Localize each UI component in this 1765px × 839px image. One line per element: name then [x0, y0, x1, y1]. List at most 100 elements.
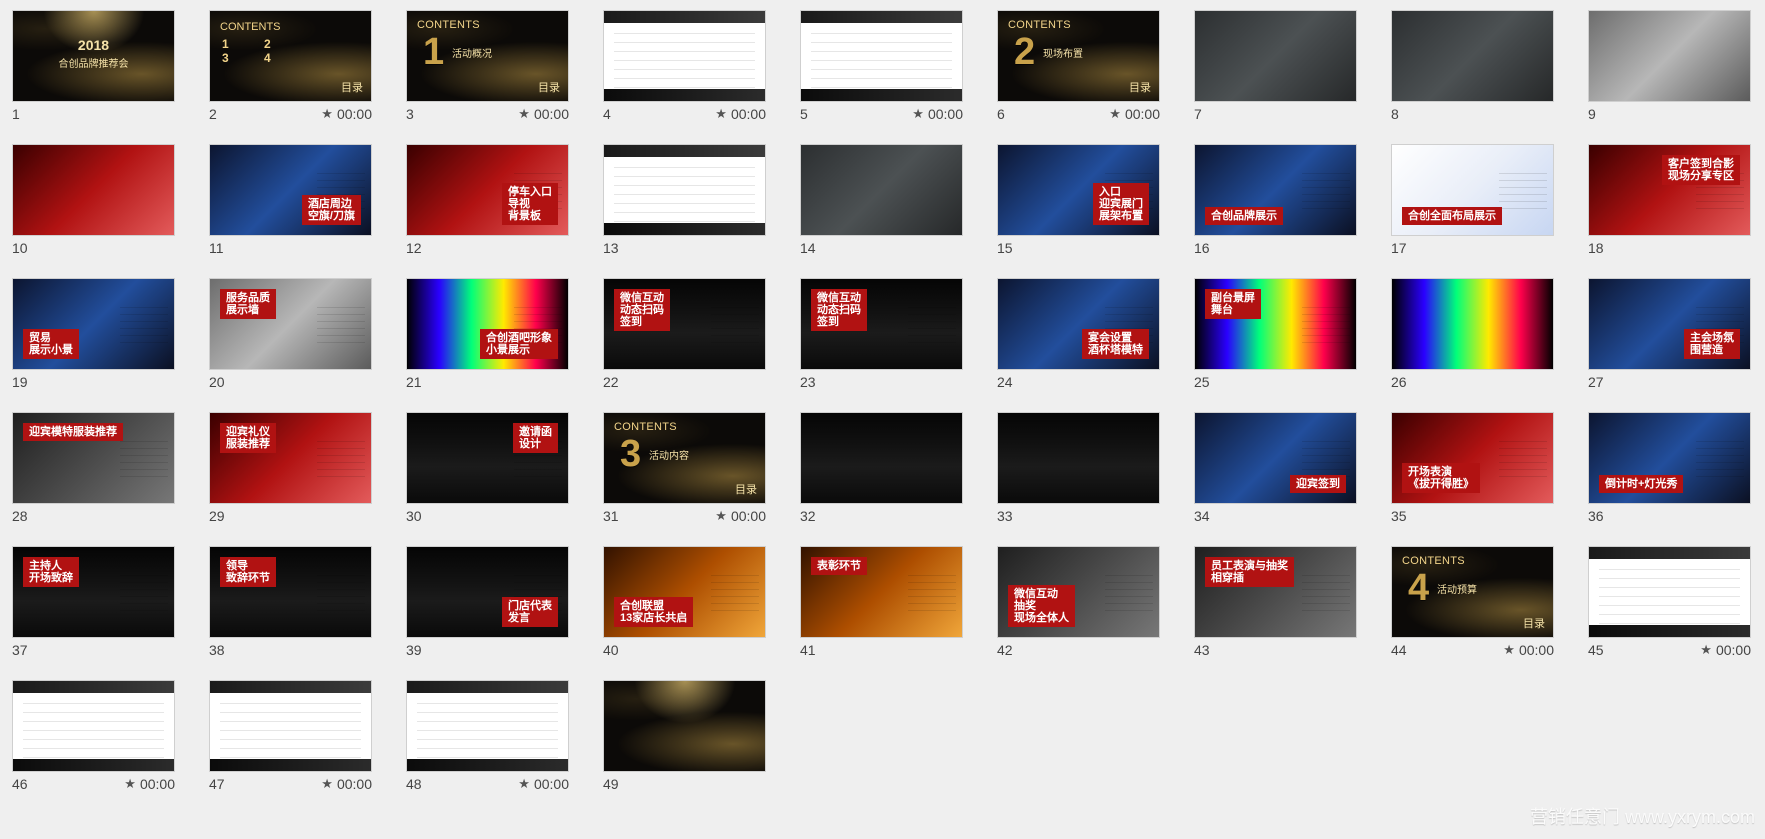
- slide-thumbnail[interactable]: [603, 144, 766, 236]
- slide-item[interactable]: 13: [603, 144, 766, 258]
- slide-thumbnail[interactable]: 邀请函 设计: [406, 412, 569, 504]
- slide-thumbnail[interactable]: [406, 680, 569, 772]
- slide-item[interactable]: 8: [1391, 10, 1554, 124]
- slide-item[interactable]: CONTENTS 1 2 3 4 目录 2 ★ 00:00: [209, 10, 372, 124]
- slide-item[interactable]: 开场表演 《拔开得胜》 35: [1391, 412, 1554, 526]
- slide-thumbnail[interactable]: 合创全面布局展示: [1391, 144, 1554, 236]
- slide-thumbnail[interactable]: [1588, 10, 1751, 102]
- slide-item[interactable]: 酒店周边 空旗/刀旗 11: [209, 144, 372, 258]
- slide-thumbnail[interactable]: 合创联盟 13家店长共启: [603, 546, 766, 638]
- slide-thumbnail[interactable]: 领导 致辞环节: [209, 546, 372, 638]
- slide-thumbnail[interactable]: [800, 412, 963, 504]
- slide-thumbnail[interactable]: 员工表演与抽奖 相穿插: [1194, 546, 1357, 638]
- slide-thumbnail[interactable]: 酒店周边 空旗/刀旗: [209, 144, 372, 236]
- slide-item[interactable]: 49: [603, 680, 766, 794]
- slide-thumbnail[interactable]: 微信互动 动态扫码 签到: [603, 278, 766, 370]
- slide-thumbnail[interactable]: 倒计时+灯光秀: [1588, 412, 1751, 504]
- slide-thumbnail[interactable]: 开场表演 《拔开得胜》: [1391, 412, 1554, 504]
- slide-item[interactable]: 33: [997, 412, 1160, 526]
- slide-item[interactable]: 主持人 开场致辞 37: [12, 546, 175, 660]
- slide-item[interactable]: 停车入口 导视 背景板 12: [406, 144, 569, 258]
- slide-item[interactable]: 48 ★ 00:00: [406, 680, 569, 794]
- slide-thumbnail[interactable]: 迎宾礼仪 服装推荐: [209, 412, 372, 504]
- slide-item[interactable]: 14: [800, 144, 963, 258]
- slide-thumbnail[interactable]: 主会场氛 围营造: [1588, 278, 1751, 370]
- slide-thumbnail[interactable]: CONTENTS 1 2 3 4 目录: [209, 10, 372, 102]
- slide-item[interactable]: 领导 致辞环节 38: [209, 546, 372, 660]
- slide-thumbnail[interactable]: [603, 10, 766, 102]
- slide-item[interactable]: 26: [1391, 278, 1554, 392]
- slide-item[interactable]: 倒计时+灯光秀 36: [1588, 412, 1751, 526]
- slide-item[interactable]: 10: [12, 144, 175, 258]
- slide-item[interactable]: CONTENTS 1 活动概况 目录 3 ★ 00:00: [406, 10, 569, 124]
- slide-thumbnail[interactable]: 宴会设置 酒杯塔模特: [997, 278, 1160, 370]
- slide-item[interactable]: 合创联盟 13家店长共启 40: [603, 546, 766, 660]
- slide-thumbnail[interactable]: 入口 迎宾展门 展架布置: [997, 144, 1160, 236]
- slide-item[interactable]: 微信互动 动态扫码 签到 22: [603, 278, 766, 392]
- slide-item[interactable]: 迎宾签到 34: [1194, 412, 1357, 526]
- slide-item[interactable]: 合创酒吧形象 小景展示 21: [406, 278, 569, 392]
- slide-thumbnail[interactable]: 副台景屏 舞台: [1194, 278, 1357, 370]
- slide-thumbnail[interactable]: [1588, 546, 1751, 638]
- slide-thumbnail[interactable]: [12, 144, 175, 236]
- slide-timing-text: 00:00: [533, 106, 569, 122]
- slide-thumbnail[interactable]: 迎宾模特服装推荐: [12, 412, 175, 504]
- slide-item[interactable]: 员工表演与抽奖 相穿插 43: [1194, 546, 1357, 660]
- caption-label: 员工表演与抽奖 相穿插: [1205, 557, 1294, 588]
- slide-item[interactable]: CONTENTS 3 活动内容 目录 31 ★ 00:00: [603, 412, 766, 526]
- slide-item[interactable]: 2018 合创品牌推荐会 1: [12, 10, 175, 124]
- slide-item[interactable]: 副台景屏 舞台 25: [1194, 278, 1357, 392]
- slide-item[interactable]: CONTENTS 2 现场布置 目录 6 ★ 00:00: [997, 10, 1160, 124]
- slide-thumbnail[interactable]: [1391, 278, 1554, 370]
- slide-thumbnail[interactable]: [1194, 10, 1357, 102]
- slide-item[interactable]: 微信互动 抽奖 现场全体人 42: [997, 546, 1160, 660]
- slide-item[interactable]: 45 ★ 00:00: [1588, 546, 1751, 660]
- slide-item[interactable]: 46 ★ 00:00: [12, 680, 175, 794]
- slide-thumbnail[interactable]: CONTENTS 1 活动概况 目录: [406, 10, 569, 102]
- slide-thumbnail[interactable]: 主持人 开场致辞: [12, 546, 175, 638]
- slide-item[interactable]: 主会场氛 围营造 27: [1588, 278, 1751, 392]
- slide-item[interactable]: 4 ★ 00:00: [603, 10, 766, 124]
- slide-item[interactable]: 迎宾礼仪 服装推荐 29: [209, 412, 372, 526]
- slide-item[interactable]: 宴会设置 酒杯塔模特 24: [997, 278, 1160, 392]
- slide-thumbnail[interactable]: [209, 680, 372, 772]
- slide-thumbnail[interactable]: 微信互动 抽奖 现场全体人: [997, 546, 1160, 638]
- slide-item[interactable]: 门店代表 发言 39: [406, 546, 569, 660]
- slide-thumbnail[interactable]: [603, 680, 766, 772]
- slide-thumbnail[interactable]: 2018 合创品牌推荐会: [12, 10, 175, 102]
- slide-item[interactable]: CONTENTS 4 活动预算 目录 44 ★ 00:00: [1391, 546, 1554, 660]
- slide-thumbnail[interactable]: 客户签到合影 现场分享专区: [1588, 144, 1751, 236]
- slide-thumbnail[interactable]: 迎宾签到: [1194, 412, 1357, 504]
- slide-thumbnail[interactable]: 合创品牌展示: [1194, 144, 1357, 236]
- slide-item[interactable]: 迎宾模特服装推荐 28: [12, 412, 175, 526]
- slide-thumbnail[interactable]: [800, 144, 963, 236]
- slide-thumbnail[interactable]: 表彰环节: [800, 546, 963, 638]
- slide-item[interactable]: 微信互动 动态扫码 签到 23: [800, 278, 963, 392]
- slide-thumbnail[interactable]: [1391, 10, 1554, 102]
- slide-thumbnail[interactable]: [800, 10, 963, 102]
- slide-item[interactable]: 32: [800, 412, 963, 526]
- slide-item[interactable]: 5 ★ 00:00: [800, 10, 963, 124]
- slide-thumbnail[interactable]: [997, 412, 1160, 504]
- slide-item[interactable]: 入口 迎宾展门 展架布置 15: [997, 144, 1160, 258]
- slide-thumbnail[interactable]: CONTENTS 2 现场布置 目录: [997, 10, 1160, 102]
- slide-item[interactable]: 服务品质 展示墙 20: [209, 278, 372, 392]
- slide-thumbnail[interactable]: 服务品质 展示墙: [209, 278, 372, 370]
- slide-item[interactable]: 9: [1588, 10, 1751, 124]
- slide-item[interactable]: 7: [1194, 10, 1357, 124]
- slide-thumbnail[interactable]: CONTENTS 3 活动内容 目录: [603, 412, 766, 504]
- slide-item[interactable]: 表彰环节 41: [800, 546, 963, 660]
- slide-item[interactable]: 合创品牌展示 16: [1194, 144, 1357, 258]
- slide-thumbnail[interactable]: 停车入口 导视 背景板: [406, 144, 569, 236]
- slide-thumbnail[interactable]: 合创酒吧形象 小景展示: [406, 278, 569, 370]
- slide-thumbnail[interactable]: CONTENTS 4 活动预算 目录: [1391, 546, 1554, 638]
- slide-thumbnail[interactable]: 微信互动 动态扫码 签到: [800, 278, 963, 370]
- slide-item[interactable]: 邀请函 设计 30: [406, 412, 569, 526]
- slide-item[interactable]: 客户签到合影 现场分享专区 18: [1588, 144, 1751, 258]
- slide-thumbnail[interactable]: 门店代表 发言: [406, 546, 569, 638]
- slide-thumbnail[interactable]: [12, 680, 175, 772]
- slide-thumbnail[interactable]: 贸易 展示小景: [12, 278, 175, 370]
- slide-item[interactable]: 贸易 展示小景 19: [12, 278, 175, 392]
- slide-item[interactable]: 47 ★ 00:00: [209, 680, 372, 794]
- slide-item[interactable]: 合创全面布局展示 17: [1391, 144, 1554, 258]
